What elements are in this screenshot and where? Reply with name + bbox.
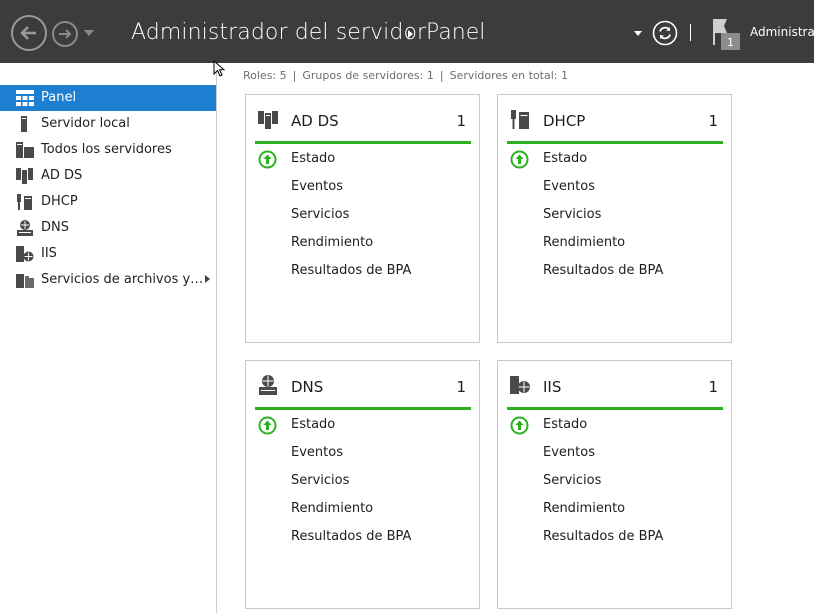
- servers-icon: [16, 142, 34, 158]
- summary-separator: |: [292, 69, 297, 82]
- iis-icon: [16, 246, 34, 262]
- manage-menu[interactable]: Administrar: [750, 25, 814, 39]
- roles-count: Roles: 5: [243, 69, 287, 82]
- dns-icon: [17, 220, 33, 236]
- ad-ds-icon: [258, 111, 278, 129]
- sidebar-item-dhcp[interactable]: DHCP: [0, 189, 216, 215]
- sidebar-item-file-services[interactable]: Servicios de archivos y…: [0, 267, 216, 293]
- tile-status-bar: [255, 141, 471, 144]
- sidebar-item-label: DNS: [41, 220, 69, 235]
- tile-title: IIS: [543, 378, 562, 396]
- role-tile-ad-ds[interactable]: AD DS 1 Estado Eventos Servicios Rendimi…: [245, 94, 480, 343]
- tile-row-bpa-results[interactable]: Resultados de BPA: [291, 263, 411, 278]
- sidebar-item-label: Servidor local: [41, 116, 130, 131]
- summary-line: Roles: 5 | Grupos de servidores: 1 | Servido…: [243, 69, 568, 82]
- tile-row-services[interactable]: Servicios: [543, 207, 601, 222]
- tile-row-events[interactable]: Eventos: [291, 179, 343, 194]
- tile-row-performance[interactable]: Rendimiento: [291, 501, 373, 516]
- notifications-flag-icon[interactable]: 1: [710, 17, 742, 51]
- tile-status-bar: [507, 141, 723, 144]
- server-groups-count: Grupos de servidores: 1: [302, 69, 434, 82]
- ad-ds-icon: [16, 168, 33, 184]
- tile-row-status[interactable]: Estado: [291, 151, 335, 166]
- mouse-pointer-icon: [213, 60, 226, 77]
- tile-row-bpa-results[interactable]: Resultados de BPA: [543, 529, 663, 544]
- sidebar-item-label: Todos los servidores: [41, 142, 172, 157]
- status-ok-up-arrow-icon: [258, 416, 277, 435]
- tile-row-services[interactable]: Servicios: [543, 473, 601, 488]
- tile-row-events[interactable]: Eventos: [291, 445, 343, 460]
- role-tile-dns[interactable]: DNS 1 Estado Eventos Servicios Rendimien…: [245, 360, 480, 609]
- tile-row-status[interactable]: Estado: [543, 417, 587, 432]
- sidebar-item-panel[interactable]: Panel: [0, 85, 216, 111]
- status-ok-up-arrow-icon: [510, 416, 529, 435]
- sidebar-item-label: Servicios de archivos y…: [41, 272, 204, 287]
- tile-row-events[interactable]: Eventos: [543, 445, 595, 460]
- refresh-icon[interactable]: [652, 20, 678, 46]
- expand-arrow-icon[interactable]: [205, 275, 210, 283]
- forward-button[interactable]: [52, 21, 78, 47]
- tile-server-count: 1: [708, 378, 718, 396]
- back-arrow-icon: [20, 26, 36, 40]
- tile-status-bar: [507, 407, 723, 410]
- notification-count: 1: [727, 36, 734, 49]
- summary-separator: |: [439, 69, 444, 82]
- tile-row-performance[interactable]: Rendimiento: [543, 501, 625, 516]
- forward-arrow-icon: [59, 29, 72, 39]
- tile-title: DNS: [291, 378, 324, 396]
- breadcrumb-page: Panel: [426, 20, 486, 45]
- sidebar-item-dns[interactable]: DNS: [0, 215, 216, 241]
- tile-status-bar: [255, 407, 471, 410]
- sidebar-item-iis[interactable]: IIS: [0, 241, 216, 267]
- sidebar-item-label: DHCP: [41, 194, 78, 209]
- dashboard-main: Roles: 5 | Grupos de servidores: 1 | Servido…: [218, 63, 814, 613]
- status-ok-up-arrow-icon: [258, 150, 277, 169]
- file-services-icon: [16, 274, 34, 288]
- back-button[interactable]: [11, 15, 47, 51]
- tile-title: AD DS: [291, 112, 339, 130]
- dashboard-icon: [16, 90, 34, 106]
- sidebar-item-label: Panel: [41, 90, 77, 105]
- tile-server-count: 1: [456, 378, 466, 396]
- sidebar-item-all-servers[interactable]: Todos los servidores: [0, 137, 216, 163]
- tile-server-count: 1: [708, 112, 718, 130]
- app-title: Administrador del servidor: [131, 20, 427, 45]
- dns-icon: [259, 375, 277, 395]
- tile-row-bpa-results[interactable]: Resultados de BPA: [543, 263, 663, 278]
- tile-server-count: 1: [456, 112, 466, 130]
- sidebar-item-label: AD DS: [41, 168, 83, 183]
- role-tile-dhcp[interactable]: DHCP 1 Estado Eventos Servicios Rendimie…: [497, 94, 732, 343]
- server-icon: [21, 116, 27, 132]
- breadcrumb-separator-icon: [408, 30, 413, 38]
- tile-row-status[interactable]: Estado: [543, 151, 587, 166]
- dhcp-icon: [511, 110, 529, 129]
- tile-row-performance[interactable]: Rendimiento: [543, 235, 625, 250]
- status-ok-up-arrow-icon: [510, 150, 529, 169]
- toolbar-divider: [690, 24, 691, 41]
- iis-icon: [510, 376, 530, 394]
- history-dropdown[interactable]: [83, 28, 95, 38]
- dhcp-icon: [17, 194, 32, 210]
- tile-row-performance[interactable]: Rendimiento: [291, 235, 373, 250]
- sidebar: Panel Servidor local Todos los servidore…: [0, 63, 217, 613]
- tile-title: DHCP: [543, 112, 586, 130]
- chevron-down-icon: [84, 30, 94, 36]
- tile-row-events[interactable]: Eventos: [543, 179, 595, 194]
- sidebar-item-label: IIS: [41, 246, 57, 261]
- sidebar-item-local-server[interactable]: Servidor local: [0, 111, 216, 137]
- refresh-dropdown[interactable]: [634, 31, 642, 36]
- sidebar-item-ad-ds[interactable]: AD DS: [0, 163, 216, 189]
- tile-row-status[interactable]: Estado: [291, 417, 335, 432]
- tile-row-bpa-results[interactable]: Resultados de BPA: [291, 529, 411, 544]
- title-bar: Administrador del servidor Panel 1 Admin…: [0, 0, 814, 63]
- role-tile-iis[interactable]: IIS 1 Estado Eventos Servicios Rendimien…: [497, 360, 732, 609]
- servers-total-count: Servidores en total: 1: [449, 69, 568, 82]
- tile-row-services[interactable]: Servicios: [291, 473, 349, 488]
- tile-row-services[interactable]: Servicios: [291, 207, 349, 222]
